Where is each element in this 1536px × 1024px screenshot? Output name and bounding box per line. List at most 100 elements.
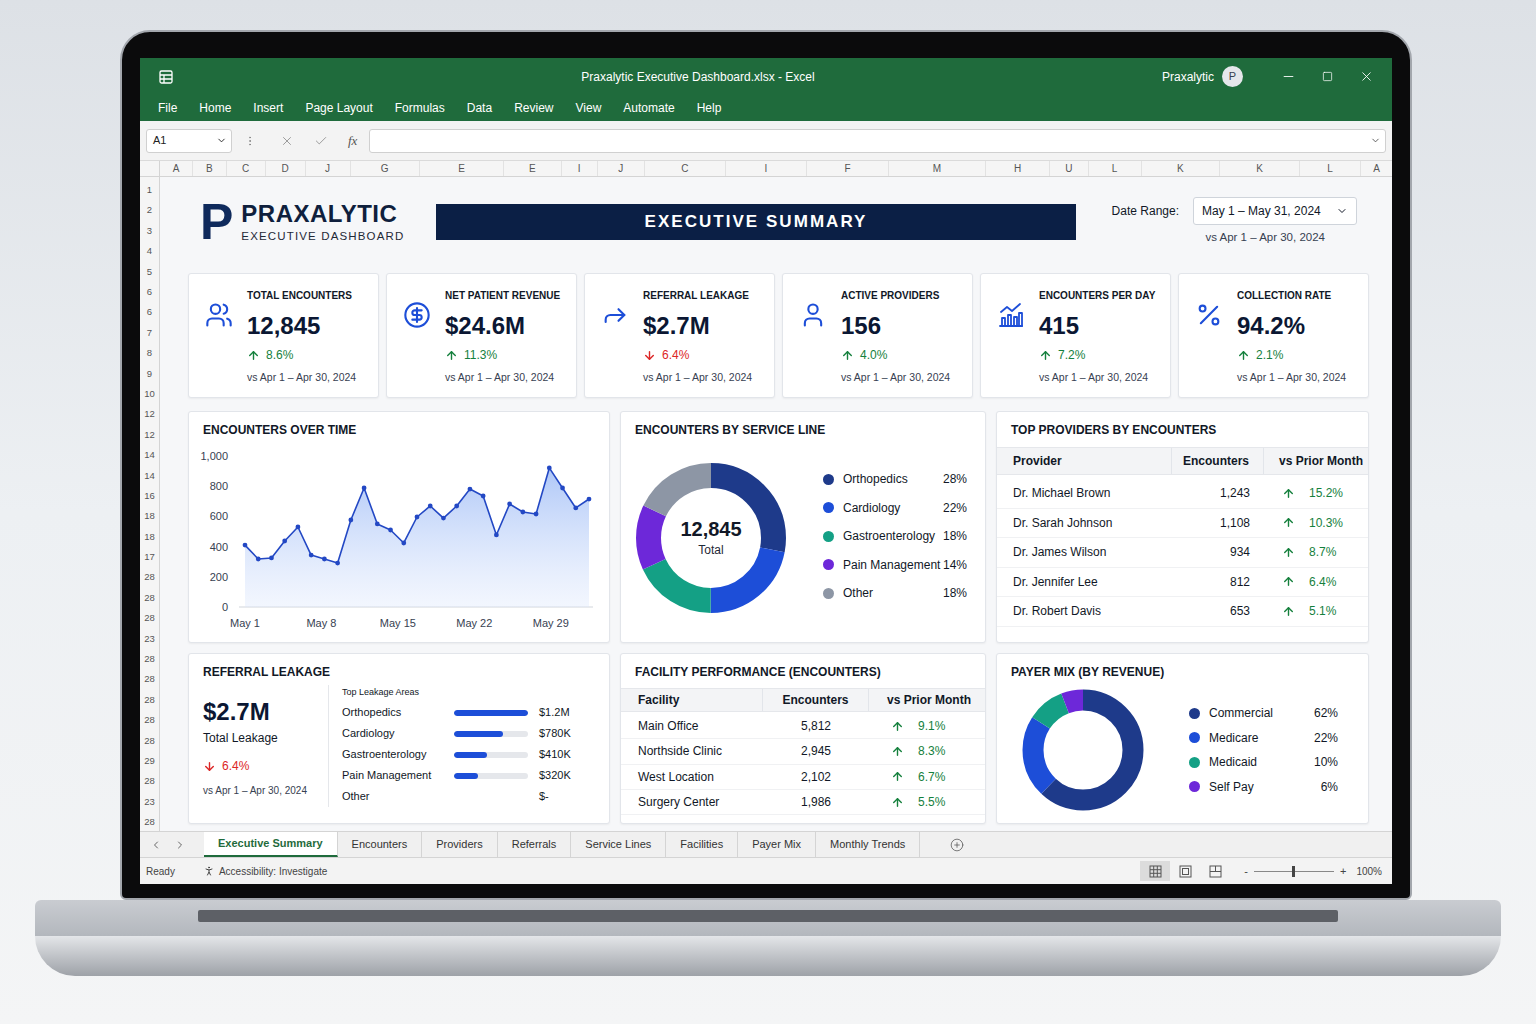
column-header[interactable]: A — [1361, 161, 1392, 176]
column-header[interactable]: J — [598, 161, 645, 176]
row-header[interactable]: 28 — [140, 567, 159, 587]
column-header[interactable]: E — [420, 161, 504, 176]
table-row[interactable]: Main Office5,8129.1% — [621, 714, 985, 739]
close-icon[interactable] — [1359, 69, 1374, 84]
column-header[interactable]: K — [1142, 161, 1221, 176]
column-header[interactable]: L — [1300, 161, 1361, 176]
sheet-tab[interactable]: Executive Summary — [204, 832, 338, 857]
row-header[interactable]: 3 — [140, 221, 159, 241]
function-button[interactable]: fx — [348, 131, 357, 151]
enter-icon[interactable] — [314, 134, 328, 148]
column-header[interactable]: H — [986, 161, 1050, 176]
column-header[interactable]: C — [645, 161, 727, 176]
menu-item[interactable]: Insert — [253, 99, 283, 117]
menu-item[interactable]: File — [158, 99, 177, 117]
view-button[interactable] — [1200, 861, 1230, 881]
row-header[interactable]: 10 — [140, 384, 159, 404]
menu-item[interactable]: Review — [514, 99, 553, 117]
row-header[interactable]: 1 — [140, 180, 159, 200]
column-header[interactable]: J — [306, 161, 351, 176]
column-header[interactable]: I — [726, 161, 807, 176]
sheet-tab[interactable]: Encounters — [338, 832, 423, 857]
row-header[interactable]: 8 — [140, 343, 159, 363]
maximize-icon[interactable] — [1322, 71, 1333, 82]
sheet-tab[interactable]: Service Lines — [571, 832, 666, 857]
column-header[interactable]: F — [807, 161, 889, 176]
menu-item[interactable]: Formulas — [395, 99, 445, 117]
row-header[interactable]: 16 — [140, 486, 159, 506]
row-header[interactable]: 18 — [140, 527, 159, 547]
table-row[interactable]: Dr. Michael Brown1,24315.2% — [997, 479, 1368, 509]
row-header[interactable]: 18 — [140, 506, 159, 526]
row-header[interactable]: 4 — [140, 241, 159, 261]
scroll-right-icon[interactable] — [174, 839, 186, 851]
add-sheet-icon[interactable] — [950, 838, 964, 852]
sheet-tab[interactable]: Providers — [422, 832, 497, 857]
column-header[interactable]: U — [1050, 161, 1089, 176]
column-header[interactable]: B — [193, 161, 227, 176]
row-header[interactable]: 28 — [140, 710, 159, 730]
row-header[interactable]: 28 — [140, 690, 159, 710]
sheet-tab[interactable]: Referrals — [498, 832, 572, 857]
row-header[interactable]: 9 — [140, 364, 159, 384]
minimize-icon[interactable] — [1281, 69, 1296, 84]
row-header[interactable]: 28 — [140, 588, 159, 608]
row-header[interactable]: 6 — [140, 302, 159, 322]
column-header[interactable]: G — [351, 161, 421, 176]
table-row[interactable]: Dr. Sarah Johnson1,10810.3% — [997, 509, 1368, 539]
table-row[interactable]: Dr. Jennifer Lee8126.4% — [997, 568, 1368, 598]
zoom-in-button[interactable]: + — [1340, 863, 1346, 880]
menu-item[interactable]: Page Layout — [305, 99, 372, 117]
column-header[interactable]: M — [889, 161, 986, 176]
row-header[interactable]: 28 — [140, 649, 159, 669]
sheet-tab[interactable]: Monthly Trends — [816, 832, 920, 857]
formula-input[interactable] — [369, 129, 1386, 153]
column-header[interactable]: A — [160, 161, 193, 176]
sheet-tab[interactable]: Facilities — [666, 832, 738, 857]
table-row[interactable]: Dr. James Wilson9348.7% — [997, 538, 1368, 568]
accessibility-status[interactable]: Accessibility: Investigate — [219, 864, 327, 879]
menu-item[interactable]: Help — [697, 99, 722, 117]
column-header[interactable]: K — [1220, 161, 1300, 176]
row-header[interactable]: 28 — [140, 669, 159, 689]
name-box[interactable]: A1 — [146, 129, 232, 153]
row-header[interactable]: 12 — [140, 425, 159, 445]
view-button[interactable] — [1170, 861, 1200, 881]
row-header[interactable]: 6 — [140, 282, 159, 302]
zoom-slider[interactable] — [1254, 871, 1334, 872]
row-header[interactable]: 23 — [140, 629, 159, 649]
row-header[interactable]: 29 — [140, 751, 159, 771]
row-header[interactable]: 7 — [140, 323, 159, 343]
menu-item[interactable]: Home — [199, 99, 231, 117]
menu-item[interactable]: Data — [467, 99, 492, 117]
menu-item[interactable]: Automate — [623, 99, 674, 117]
row-header[interactable]: 28 — [140, 812, 159, 831]
row-header[interactable]: 28 — [140, 771, 159, 791]
menu-item[interactable]: View — [576, 99, 602, 117]
zoom-level[interactable]: 100% — [1356, 864, 1382, 879]
row-header[interactable]: 14 — [140, 445, 159, 465]
column-header[interactable]: L — [1089, 161, 1142, 176]
row-header[interactable]: 17 — [140, 547, 159, 567]
sheet-tab[interactable]: Payer Mix — [738, 832, 816, 857]
table-row[interactable]: Dr. Robert Davis6535.1% — [997, 597, 1368, 627]
expand-icon[interactable] — [1370, 135, 1381, 146]
column-header[interactable]: I — [562, 161, 599, 176]
table-row[interactable]: Surgery Center1,9865.5% — [621, 790, 985, 815]
scroll-left-icon[interactable] — [150, 839, 162, 851]
cancel-icon[interactable] — [280, 134, 294, 148]
row-header[interactable]: 12 — [140, 404, 159, 424]
zoom-out-button[interactable]: - — [1244, 863, 1248, 880]
column-header[interactable]: D — [266, 161, 306, 176]
row-header[interactable]: 23 — [140, 792, 159, 812]
column-header[interactable]: E — [504, 161, 562, 176]
row-header[interactable]: 28 — [140, 608, 159, 628]
view-button[interactable] — [1140, 861, 1170, 881]
zoom-thumb[interactable] — [1292, 866, 1295, 877]
date-range-dropdown[interactable]: May 1 – May 31, 2024 — [1193, 197, 1357, 225]
column-header[interactable]: C — [227, 161, 266, 176]
account-avatar[interactable]: P — [1222, 66, 1243, 87]
table-row[interactable]: Northside Clinic2,9458.3% — [621, 739, 985, 764]
row-header[interactable]: 5 — [140, 262, 159, 282]
row-header[interactable]: 2 — [140, 200, 159, 220]
